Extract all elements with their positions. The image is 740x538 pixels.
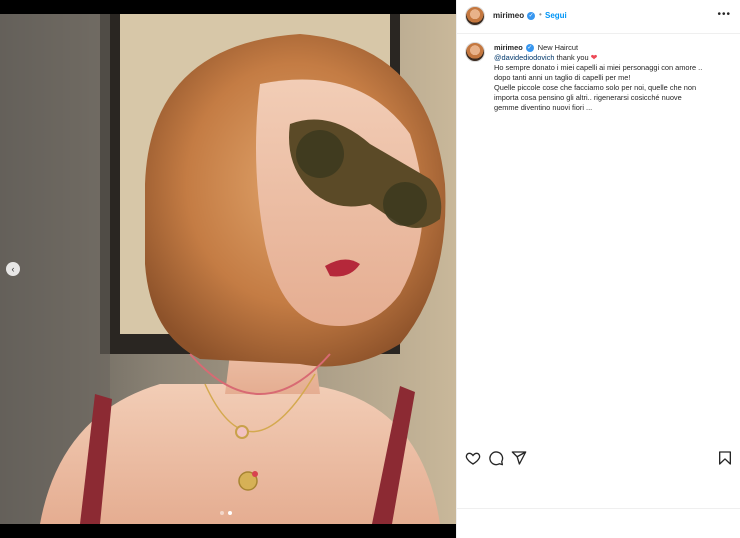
comment-button[interactable] xyxy=(488,450,504,466)
photo-image xyxy=(0,14,456,524)
post-sidebar: mirimeo ✓ • Segui ••• mirimeo ✓ New Haircut… xyxy=(456,0,740,538)
caption-line: gemme diventino nuovi fiori ... xyxy=(494,103,593,112)
bookmark-icon xyxy=(719,451,731,465)
carousel-dot-active xyxy=(228,511,232,515)
post-header: mirimeo ✓ • Segui ••• xyxy=(457,0,740,34)
header-separator: • xyxy=(539,10,542,19)
post-media: ‹ xyxy=(0,0,456,538)
follow-button[interactable]: Segui xyxy=(545,11,567,20)
caption-line: dopo tanti anni un taglio di capelli per… xyxy=(494,73,631,82)
divider xyxy=(457,508,740,509)
caption-first-line: mirimeo ✓ New Haircut xyxy=(494,43,734,53)
verified-badge-icon: ✓ xyxy=(525,44,534,53)
carousel-prev-button[interactable]: ‹ xyxy=(6,262,20,276)
like-button[interactable] xyxy=(465,450,481,466)
caption-body: mirimeo ✓ New Haircut @davidediodovich tha… xyxy=(494,43,734,113)
avatar[interactable] xyxy=(465,6,485,26)
caption-avatar[interactable] xyxy=(465,42,485,62)
carousel-indicator xyxy=(220,511,232,515)
save-button[interactable] xyxy=(717,450,733,466)
caption-title: New Haircut xyxy=(537,43,579,52)
share-button[interactable] xyxy=(511,450,527,466)
post-photo xyxy=(0,14,456,524)
caption-line: Quelle piccole cose che facciamo solo pe… xyxy=(494,83,697,92)
username-text[interactable]: mirimeo xyxy=(493,11,524,20)
header-username[interactable]: mirimeo ✓ xyxy=(493,11,536,20)
heart-emoji: ❤ xyxy=(590,53,598,62)
caption-line: importa cosa pensino gli altri.. rigener… xyxy=(494,93,682,102)
more-options-icon[interactable]: ••• xyxy=(717,9,731,20)
chevron-left-icon: ‹ xyxy=(11,263,15,274)
action-bar xyxy=(457,450,740,470)
heart-icon xyxy=(465,452,481,465)
carousel-dot xyxy=(220,511,224,515)
caption-username[interactable]: mirimeo xyxy=(494,43,523,52)
comment-bubble-icon xyxy=(489,451,504,466)
caption-line: Ho sempre donato i miei capelli ai miei … xyxy=(494,63,703,72)
mention-link[interactable]: @davidediodovich xyxy=(494,53,555,62)
caption-mention-line: @davidediodovich thank you ❤ xyxy=(494,53,734,63)
paper-plane-icon xyxy=(511,451,527,465)
verified-badge-icon: ✓ xyxy=(527,11,536,20)
caption-thanks: thank you xyxy=(554,53,591,62)
